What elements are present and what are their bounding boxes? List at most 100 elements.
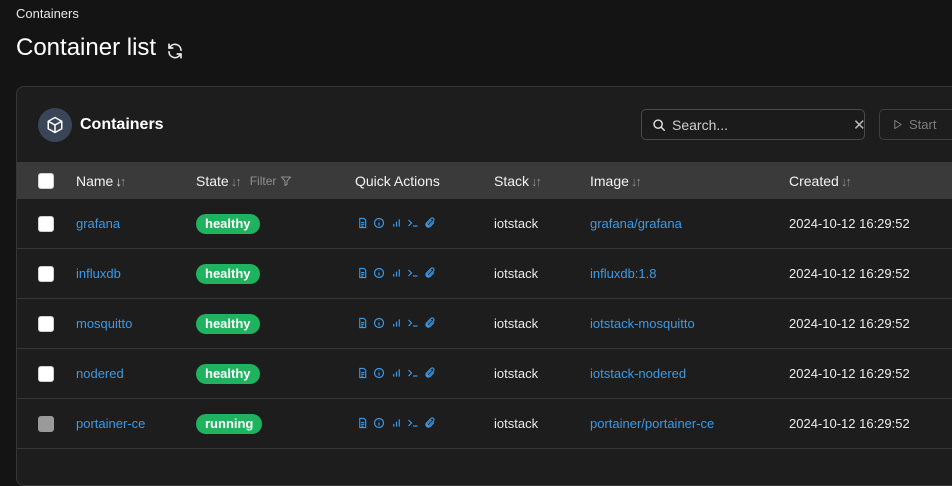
stats-icon[interactable] xyxy=(390,216,402,230)
column-created[interactable]: Created ↓↑ xyxy=(789,173,852,189)
stack-cell: iotstack xyxy=(494,366,539,381)
column-quick-actions: Quick Actions xyxy=(355,173,440,189)
quick-actions xyxy=(356,216,436,230)
panel-title: Containers xyxy=(80,116,164,133)
start-button[interactable]: Start xyxy=(879,109,952,140)
status-badge: healthy xyxy=(196,264,260,284)
table-row: grafana healthy iotstack grafana/grafana 202… xyxy=(17,199,952,249)
attach-icon[interactable] xyxy=(424,366,436,380)
column-image[interactable]: Image ↓↑ xyxy=(590,173,642,189)
panel-header: Containers ✕ Start xyxy=(17,87,952,162)
play-icon xyxy=(894,119,902,130)
container-name-link[interactable]: influxdb xyxy=(76,266,121,281)
search-box[interactable]: ✕ xyxy=(641,109,866,140)
search-icon xyxy=(653,118,665,131)
clear-icon[interactable]: ✕ xyxy=(853,116,866,134)
column-state-label: State xyxy=(196,173,229,189)
attach-icon[interactable] xyxy=(424,316,436,330)
image-link[interactable]: portainer/portainer-ce xyxy=(590,416,714,431)
sort-icon[interactable]: ↓↑ xyxy=(841,174,852,189)
stats-icon[interactable] xyxy=(390,266,402,280)
stats-icon[interactable] xyxy=(390,416,402,430)
table-row: portainer-ce running iotstack portainer/por… xyxy=(17,399,952,449)
console-icon[interactable] xyxy=(407,316,419,330)
stack-cell: iotstack xyxy=(494,316,539,331)
created-cell: 2024-10-12 16:29:52 xyxy=(789,416,910,431)
start-button-label: Start xyxy=(909,117,937,132)
inspect-icon[interactable] xyxy=(373,266,385,280)
inspect-icon[interactable] xyxy=(373,216,385,230)
logs-icon[interactable] xyxy=(356,366,368,380)
image-link[interactable]: influxdb:1.8 xyxy=(590,266,657,281)
image-link[interactable]: iotstack-nodered xyxy=(590,366,686,381)
inspect-icon[interactable] xyxy=(373,316,385,330)
sort-icon[interactable]: ↓↑ xyxy=(531,174,542,189)
container-name-link[interactable]: nodered xyxy=(76,366,124,381)
search-input[interactable] xyxy=(672,116,853,133)
page-title-text: Container list xyxy=(16,34,157,61)
attach-icon[interactable] xyxy=(424,266,436,280)
row-checkbox[interactable] xyxy=(38,366,54,382)
status-badge: healthy xyxy=(196,314,260,334)
container-name-link[interactable]: mosquitto xyxy=(76,316,132,331)
inspect-icon[interactable] xyxy=(373,366,385,380)
stack-cell: iotstack xyxy=(494,266,539,281)
table-row: nodered healthy iotstack iotstack-nodered 20… xyxy=(17,349,952,399)
column-name[interactable]: Name ↓↑ xyxy=(76,173,126,189)
created-cell: 2024-10-12 16:29:52 xyxy=(789,266,910,281)
container-name-link[interactable]: grafana xyxy=(76,216,120,231)
containers-panel: Containers ✕ Start Name ↓↑ State ↓↑ Filt… xyxy=(16,86,952,486)
column-stack-label: Stack xyxy=(494,173,530,189)
created-cell: 2024-10-12 16:29:52 xyxy=(789,316,910,331)
table-header: Name ↓↑ State ↓↑ Filter Quick Actions St… xyxy=(17,162,952,199)
stack-cell: iotstack xyxy=(494,416,539,431)
refresh-icon[interactable] xyxy=(166,39,184,59)
column-created-label: Created xyxy=(789,173,839,189)
column-name-label: Name xyxy=(76,173,114,189)
row-checkbox[interactable] xyxy=(38,316,54,332)
quick-actions xyxy=(356,266,436,280)
table-row: mosquitto healthy iotstack iotstack-mosquit… xyxy=(17,299,952,349)
stats-icon[interactable] xyxy=(390,316,402,330)
attach-icon[interactable] xyxy=(424,216,436,230)
status-badge: healthy xyxy=(196,364,260,384)
container-name-link[interactable]: portainer-ce xyxy=(76,416,145,431)
inspect-icon[interactable] xyxy=(373,416,385,430)
cube-icon xyxy=(38,108,72,142)
page-title: Container list xyxy=(16,34,184,62)
sort-icon[interactable]: ↓↑ xyxy=(231,174,242,189)
stack-cell: iotstack xyxy=(494,216,539,231)
console-icon[interactable] xyxy=(407,366,419,380)
quick-actions xyxy=(356,366,436,380)
table-row: influxdb healthy iotstack influxdb:1.8 2024-… xyxy=(17,249,952,299)
created-cell: 2024-10-12 16:29:52 xyxy=(789,366,910,381)
quick-actions xyxy=(356,316,436,330)
console-icon[interactable] xyxy=(407,416,419,430)
column-quick-actions-label: Quick Actions xyxy=(355,173,440,189)
status-badge: healthy xyxy=(196,214,260,234)
logs-icon[interactable] xyxy=(356,266,368,280)
sort-icon[interactable]: ↓↑ xyxy=(631,174,642,189)
image-link[interactable]: iotstack-mosquitto xyxy=(590,316,695,331)
console-icon[interactable] xyxy=(407,216,419,230)
row-checkbox[interactable] xyxy=(38,266,54,282)
column-state[interactable]: State ↓↑ Filter xyxy=(196,173,292,189)
row-checkbox[interactable] xyxy=(38,216,54,232)
sort-icon[interactable]: ↓↑ xyxy=(115,174,126,189)
attach-icon[interactable] xyxy=(424,416,436,430)
logs-icon[interactable] xyxy=(356,316,368,330)
column-stack[interactable]: Stack ↓↑ xyxy=(494,173,542,189)
console-icon[interactable] xyxy=(407,266,419,280)
row-checkbox[interactable] xyxy=(38,416,54,432)
logs-icon[interactable] xyxy=(356,216,368,230)
filter-icon xyxy=(281,176,292,186)
state-filter[interactable]: Filter xyxy=(250,174,293,188)
status-badge: running xyxy=(196,414,263,434)
select-all-checkbox[interactable] xyxy=(38,173,54,189)
image-link[interactable]: grafana/grafana xyxy=(590,216,682,231)
column-image-label: Image xyxy=(590,173,629,189)
stats-icon[interactable] xyxy=(390,366,402,380)
breadcrumb: Containers xyxy=(16,6,79,21)
created-cell: 2024-10-12 16:29:52 xyxy=(789,216,910,231)
logs-icon[interactable] xyxy=(356,416,368,430)
